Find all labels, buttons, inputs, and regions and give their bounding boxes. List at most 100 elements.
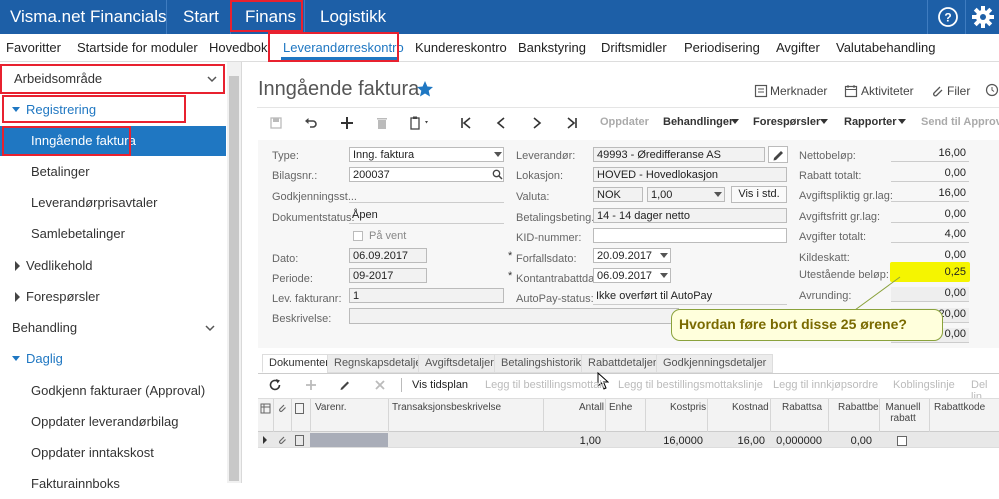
edit-leverandor-button[interactable] — [768, 146, 788, 163]
calendar-icon[interactable] — [844, 84, 858, 98]
legg-til-innkjopsordre-button[interactable]: Legg til innkjøpsordre — [773, 379, 878, 391]
merknader-button[interactable]: Merknader — [770, 84, 827, 98]
bilagsnr-field[interactable]: 200037 — [349, 167, 504, 182]
betalingsbetingelse-field[interactable]: 14 - 14 dager netto — [593, 208, 787, 223]
sidebar-item-samlebetalinger[interactable]: Samlebetalinger — [0, 219, 226, 249]
column-kostnad[interactable]: Kostnad — [732, 402, 769, 413]
antall-cell[interactable]: 1,00 — [543, 435, 601, 447]
undo-icon[interactable] — [304, 116, 318, 130]
menu-avgifter[interactable]: Avgifter — [776, 40, 820, 55]
notes-icon[interactable] — [754, 84, 768, 98]
menu-valutabehandling[interactable]: Valutabehandling — [836, 40, 936, 55]
behandlinger-menu[interactable]: Behandlinger — [663, 116, 733, 128]
column-rabattkode[interactable]: Rabattkode — [934, 402, 985, 413]
tab-regnskapsdetaljer[interactable]: Regnskapsdetaljer — [327, 354, 433, 373]
column-rabattbelop[interactable]: Rabattbe — [838, 402, 879, 413]
help-icon[interactable]: ? — [937, 6, 959, 28]
tab-dokumenter[interactable]: Dokumenter — [262, 354, 336, 373]
paperclip-icon[interactable] — [930, 84, 944, 98]
dato-field[interactable]: 06.09.2017 — [349, 248, 427, 263]
tab-rabattdetaljer[interactable]: Rabattdetaljer — [581, 354, 664, 373]
sidebar-item-fakturainnboks[interactable]: Fakturainnboks — [0, 469, 226, 499]
chevron-down-icon — [206, 66, 218, 92]
sidebar-item-oppdater-inntakskost[interactable]: Oppdater inntakskost — [0, 438, 226, 468]
refresh-icon[interactable] — [268, 378, 282, 392]
sidebar-foresporsler[interactable]: Forespørsler — [0, 282, 226, 312]
trash-icon[interactable] — [375, 116, 389, 130]
valuta-field[interactable]: NOK — [593, 187, 643, 202]
menu-favoritter[interactable]: Favoritter — [6, 40, 61, 55]
column-manuell-rabatt[interactable]: Manuell rabatt — [881, 402, 925, 424]
sidebar-item-oppdater-leverandorbilag[interactable]: Oppdater leverandørbilag — [0, 407, 226, 437]
sidebar-daglig[interactable]: Daglig — [0, 344, 226, 374]
last-record-icon[interactable] — [565, 116, 579, 130]
beskrivelse-field[interactable] — [349, 308, 679, 324]
sidebar-scrollbar-thumb[interactable] — [229, 76, 239, 481]
clock-icon[interactable] — [985, 83, 999, 97]
leverandor-field[interactable]: 49993 - Øredifferanse AS — [593, 147, 765, 162]
sidebar-vedlikehold[interactable]: Vedlikehold — [0, 251, 226, 281]
column-antall[interactable]: Antall — [579, 402, 604, 413]
rabattbelop-cell[interactable]: 0,00 — [820, 435, 872, 447]
tab-godkjenningsdetaljer[interactable]: Godkjenningsdetaljer — [656, 354, 774, 373]
pa-vent-checkbox[interactable] — [353, 231, 363, 241]
copy-paste-icon[interactable] — [409, 116, 431, 130]
vis-tidsplan-button[interactable]: Vis tidsplan — [412, 379, 468, 391]
rabattsats-cell[interactable]: 0,000000 — [770, 435, 822, 447]
sidebar-item-godkjenn[interactable]: Godkjenn fakturaer (Approval) — [0, 376, 226, 406]
next-record-icon[interactable] — [530, 116, 544, 130]
manuell-rabatt-checkbox[interactable] — [897, 436, 907, 446]
lokasjon-field[interactable]: HOVED - Hovedlokasjon — [593, 167, 787, 182]
filer-button[interactable]: Filer — [947, 84, 970, 98]
lev-fakturanr-field[interactable]: 1 — [349, 288, 504, 303]
koblingslinje-button[interactable]: Koblingslinje — [893, 379, 955, 391]
previous-record-icon[interactable] — [494, 116, 508, 130]
legg-til-bestillingsmottak-button[interactable]: Legg til bestillingsmottak — [485, 379, 605, 391]
module-logistikk[interactable]: Logistikk — [320, 7, 386, 27]
oppdater-button[interactable]: Oppdater — [600, 116, 649, 128]
varenr-cell[interactable] — [310, 433, 388, 447]
column-kostpris[interactable]: Kostpris — [670, 402, 706, 413]
menu-bankstyring[interactable]: Bankstyring — [518, 40, 586, 55]
first-record-icon[interactable] — [459, 116, 473, 130]
app-brand[interactable]: Visma.net Financials — [10, 7, 167, 27]
column-varenr[interactable]: Varenr. — [315, 402, 347, 413]
kostpris-cell[interactable]: 16,0000 — [645, 435, 703, 447]
save-icon[interactable] — [269, 116, 283, 130]
vis-i-std-button[interactable]: Vis i std. — [731, 186, 787, 203]
delete-row-icon[interactable] — [373, 378, 387, 392]
sidebar-item-betalinger[interactable]: Betalinger — [0, 157, 226, 187]
gear-icon[interactable] — [971, 5, 995, 29]
menu-hovedbok[interactable]: Hovedbok — [209, 40, 268, 55]
column-rabattsats[interactable]: Rabattsa — [782, 402, 822, 413]
foresporsler-menu[interactable]: Forespørsler — [753, 116, 820, 128]
menu-kundereskontro[interactable]: Kundereskontro — [415, 40, 507, 55]
grid-settings-icon[interactable] — [260, 403, 271, 414]
send-til-approval-button[interactable]: Send til Approval — [921, 116, 999, 128]
sidebar-behandling[interactable]: Behandling — [0, 313, 226, 343]
kid-nummer-field[interactable] — [593, 228, 787, 243]
betalingsbetingelse-value: 14 - 14 dager netto — [597, 210, 690, 222]
sidebar-workspace[interactable]: Arbeidsområde — [0, 64, 225, 94]
periode-field[interactable]: 09-2017 — [349, 268, 427, 283]
plus-icon[interactable] — [340, 116, 354, 130]
menu-startside[interactable]: Startside for moduler — [77, 40, 198, 55]
type-select[interactable]: Inng. faktura — [349, 147, 504, 162]
module-start[interactable]: Start — [183, 7, 219, 27]
column-transaksjonsbeskrivelse[interactable]: Transaksjonsbeskrivelse — [392, 402, 501, 413]
sidebar-item-leverandorprisavtaler[interactable]: Leverandørprisavtaler — [0, 188, 226, 218]
kostnad-cell[interactable]: 16,00 — [707, 435, 765, 447]
column-enhet[interactable]: Enhe — [609, 402, 632, 413]
tab-betalingshistorikk[interactable]: Betalingshistorikk — [494, 354, 594, 373]
menu-driftsmidler[interactable]: Driftsmidler — [601, 40, 667, 55]
tab-avgiftsdetaljer[interactable]: Avgiftsdetaljer — [418, 354, 501, 373]
menu-periodisering[interactable]: Periodisering — [684, 40, 760, 55]
module-finans[interactable]: Finans — [245, 7, 296, 27]
search-icon[interactable] — [492, 169, 503, 180]
edit-icon[interactable] — [338, 378, 352, 392]
legg-til-bestillingsmottakslinje-button[interactable]: Legg til bestillingsmottakslinje — [618, 379, 763, 391]
add-row-icon[interactable] — [304, 378, 318, 392]
aktiviteter-button[interactable]: Aktiviteter — [861, 84, 914, 98]
rapporter-menu[interactable]: Rapporter — [844, 116, 897, 128]
star-icon[interactable] — [416, 80, 434, 98]
